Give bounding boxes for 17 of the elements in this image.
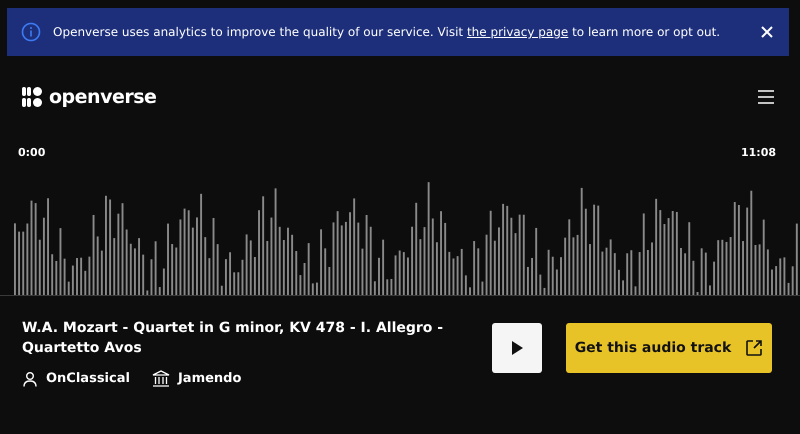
privacy-link[interactable]: the privacy page: [466, 25, 568, 39]
start-time: 0:00: [18, 146, 46, 159]
info-icon: [21, 22, 41, 42]
play-button[interactable]: [492, 323, 542, 373]
play-icon: [511, 341, 523, 355]
source-link[interactable]: Jamendo: [178, 371, 242, 386]
institution-icon: [152, 370, 170, 387]
creator-link[interactable]: OnClassical: [46, 371, 130, 386]
end-time: 11:08: [740, 146, 776, 159]
external-link-icon: [745, 339, 764, 357]
logo-text[interactable]: openverse: [49, 86, 156, 108]
track-title: W.A. Mozart - Quartet in G minor, KV 478 - I. Allegro - Quartetto Avos: [22, 319, 444, 358]
get-track-button[interactable]: Get this audio track: [566, 323, 772, 373]
logo-icon[interactable]: [22, 86, 43, 108]
banner-message: Openverse uses analytics to improve the quality of our service. Visit the privacy page to learn more or opt out.: [53, 25, 722, 39]
menu-button[interactable]: [758, 89, 774, 105]
person-icon: [22, 370, 38, 386]
